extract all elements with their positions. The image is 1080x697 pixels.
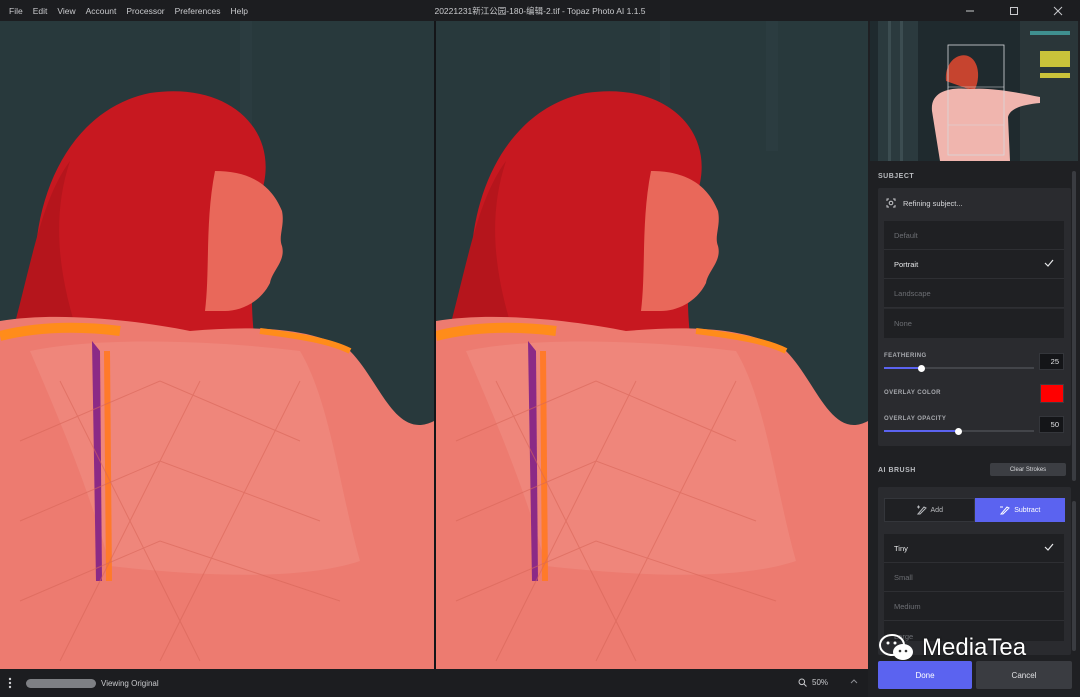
zoom-dropdown-button[interactable] [850, 677, 858, 686]
status-bar: Viewing Original [0, 669, 868, 697]
brush-size-label: Tiny [894, 543, 908, 553]
cancel-button[interactable]: Cancel [976, 661, 1072, 689]
overlay-color-swatch[interactable] [1040, 384, 1064, 403]
brush-mode-toggle: Add Subtract [884, 498, 1065, 522]
overlay-opacity-slider[interactable] [884, 427, 1034, 435]
close-button[interactable] [1036, 0, 1080, 21]
title-bar: File Edit View Account Processor Prefere… [0, 0, 1080, 21]
menu-edit[interactable]: Edit [33, 6, 48, 16]
menu-bar: File Edit View Account Processor Prefere… [0, 6, 258, 16]
feathering-value-input[interactable]: 25 [1039, 353, 1064, 370]
checkmark-icon [1044, 543, 1054, 551]
refining-status: Refining subject... [878, 192, 1071, 214]
chevron-up-icon [850, 679, 858, 684]
menu-help[interactable]: Help [230, 6, 247, 16]
original-image-pane[interactable] [0, 21, 434, 669]
brush-subtract-icon [1000, 506, 1011, 515]
clear-strokes-button[interactable]: Clear Strokes [990, 463, 1066, 476]
viewing-label: Viewing Original [101, 678, 159, 688]
brush-add-button[interactable]: Add [884, 498, 975, 522]
ai-brush-section-title: AI BRUSH [878, 467, 916, 474]
app-window: File Edit View Account Processor Prefere… [0, 0, 1080, 697]
brush-add-label: Add [930, 506, 943, 514]
done-button[interactable]: Done [878, 661, 972, 689]
menu-file[interactable]: File [9, 6, 23, 16]
magnifier-icon [798, 678, 807, 687]
brush-size-medium[interactable]: Medium [884, 592, 1064, 621]
minimize-button[interactable] [948, 0, 992, 21]
feathering-label: FEATHERING [884, 353, 927, 359]
preview-photo [436, 21, 868, 669]
view-toggle-pill[interactable] [26, 678, 96, 688]
overlay-opacity-slider-handle[interactable] [955, 427, 962, 435]
subject-option-landscape[interactable]: Landscape [884, 279, 1064, 308]
more-options-button[interactable] [0, 677, 20, 689]
brush-size-label: Medium [894, 601, 921, 611]
maximize-button[interactable] [992, 0, 1036, 21]
subject-option-label: Portrait [894, 259, 919, 269]
preview-image-pane[interactable] [436, 21, 868, 669]
thumbnail-photo [870, 21, 1078, 161]
watermark: MediaTea [878, 633, 1026, 663]
overlay-opacity-value-input[interactable]: 50 [1039, 416, 1064, 433]
subject-option-none[interactable]: None [884, 309, 1064, 338]
watermark-text: MediaTea [922, 634, 1027, 661]
feathering-slider-handle[interactable] [918, 364, 925, 372]
brush-scrollbar[interactable] [1072, 501, 1076, 651]
menu-account[interactable]: Account [86, 6, 117, 16]
menu-preferences[interactable]: Preferences [175, 6, 221, 16]
overlay-opacity-slider-fill [884, 430, 959, 432]
wechat-logo-icon [879, 634, 913, 660]
menu-view[interactable]: View [57, 6, 75, 16]
navigator-thumbnail[interactable] [870, 21, 1078, 161]
subject-option-label: None [894, 319, 912, 328]
vertical-dots-icon [8, 677, 12, 689]
subject-option-label: Default [894, 230, 918, 240]
minimize-icon [966, 10, 974, 11]
original-photo [0, 21, 434, 669]
brush-subtract-button[interactable]: Subtract [974, 498, 1065, 522]
settings-panel: SUBJECT Refining subject... Default Port… [868, 21, 1080, 697]
checkmark-icon [1044, 259, 1054, 267]
subject-option-label: Landscape [894, 288, 931, 298]
overlay-opacity-label: OVERLAY OPACITY [884, 416, 947, 422]
subject-section-title: SUBJECT [878, 173, 915, 180]
feathering-slider-fill [884, 367, 922, 369]
panel-scrollbar[interactable] [1072, 171, 1076, 481]
window-controls [948, 0, 1080, 21]
refining-text: Refining subject... [903, 198, 963, 208]
brush-size-label: Small [894, 572, 913, 582]
zoom-level: 50% [812, 678, 829, 687]
subject-scan-icon [886, 198, 896, 208]
subject-option-portrait[interactable]: Portrait [884, 250, 1064, 279]
overlay-color-label: OVERLAY COLOR [884, 390, 941, 396]
feathering-slider[interactable] [884, 364, 1034, 372]
brush-subtract-label: Subtract [1014, 506, 1041, 514]
brush-size-tiny[interactable]: Tiny [884, 534, 1064, 563]
close-icon [1053, 6, 1063, 15]
menu-processor[interactable]: Processor [126, 6, 164, 16]
brush-size-small[interactable]: Small [884, 563, 1064, 592]
maximize-icon [1010, 6, 1018, 15]
brush-add-icon [916, 505, 927, 515]
zoom-control[interactable]: 50% [798, 678, 828, 687]
subject-option-default[interactable]: Default [884, 221, 1064, 250]
